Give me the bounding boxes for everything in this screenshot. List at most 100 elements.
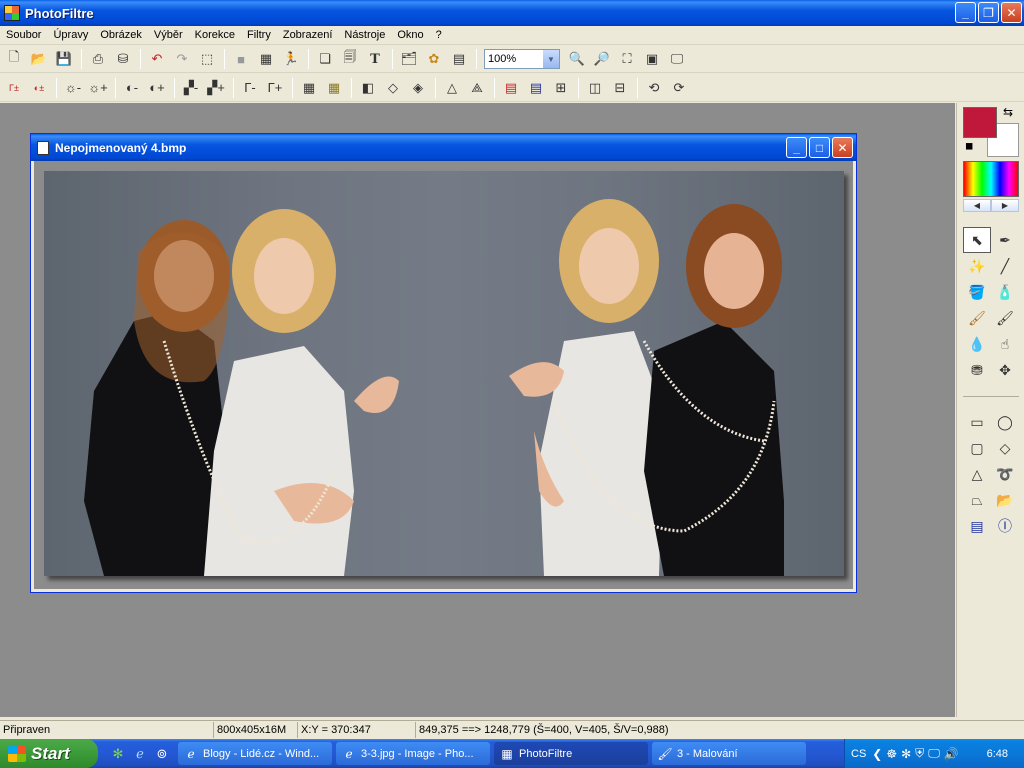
document-title-bar[interactable]: Nepojmenovaný 4.bmp _ □ ✕ — [31, 134, 856, 161]
reset-colors-icon[interactable]: ◼ — [965, 141, 973, 152]
saturation-down-icon[interactable]: ▞- — [180, 77, 202, 99]
fill-tool-icon[interactable]: 🪣 — [963, 279, 991, 305]
menu-vyber[interactable]: Výběr — [148, 29, 189, 41]
image-runner-icon[interactable]: 🗐 — [339, 48, 361, 70]
doc-minimize-button[interactable]: _ — [786, 137, 807, 158]
network-icon[interactable]: ☸ — [886, 747, 897, 761]
rotate-left-icon[interactable]: ⟲ — [643, 77, 665, 99]
color-spectrum[interactable] — [963, 161, 1019, 197]
redo-icon[interactable]: ↷ — [171, 48, 193, 70]
blur-icon[interactable]: ◇ — [382, 77, 404, 99]
options-icon[interactable]: ▤ — [963, 513, 991, 539]
contrast-up-icon[interactable]: ◐+ — [146, 77, 168, 99]
menu-nastroje[interactable]: Nástroje — [338, 29, 391, 41]
saturation-up-icon[interactable]: ▞+ — [205, 77, 227, 99]
blur-tool-icon[interactable]: 💧 — [963, 331, 991, 357]
chevron-down-icon[interactable]: ▼ — [543, 50, 559, 68]
pointer-tool-icon[interactable]: ⬉ — [963, 227, 991, 253]
menu-obrazek[interactable]: Obrázek — [94, 29, 148, 41]
run-automation-icon[interactable]: 🏃 — [280, 48, 302, 70]
gradient-icon[interactable]: ▤ — [500, 77, 522, 99]
brush-tool-icon[interactable]: 🖌 — [963, 305, 991, 331]
triangle-shape-icon[interactable]: △ — [963, 461, 991, 487]
color-grid-icon[interactable]: ▦ — [255, 48, 277, 70]
plugin-icon[interactable]: ✿ — [423, 48, 445, 70]
open-folder-icon[interactable]: 📂 — [28, 48, 50, 70]
move-tool-icon[interactable]: ✥ — [991, 357, 1019, 383]
flip-horizontal-icon[interactable]: ◫ — [584, 77, 606, 99]
grayscale-icon[interactable]: ▦ — [298, 77, 320, 99]
menu-zobrazeni[interactable]: Zobrazení — [277, 29, 339, 41]
task-photofiltre[interactable]: ▦ PhotoFiltre — [494, 742, 648, 765]
actual-size-icon[interactable]: ▣ — [641, 48, 663, 70]
zoom-out-icon[interactable]: 🔎 — [591, 48, 613, 70]
scanner-icon[interactable]: ⛁ — [112, 48, 134, 70]
advanced-brush-tool-icon[interactable]: 🖌 — [991, 305, 1019, 331]
polygon-shape-icon[interactable]: ⏢ — [963, 487, 991, 513]
menu-upravy[interactable]: Úpravy — [47, 29, 94, 41]
workspace[interactable]: Nepojmenovaný 4.bmp _ □ ✕ — [0, 103, 955, 717]
spectrum-prev-icon[interactable]: ◀ — [963, 199, 991, 212]
gamma-up-icon[interactable]: Γ+ — [264, 77, 286, 99]
texture-icon[interactable]: ⊞ — [550, 77, 572, 99]
spectrum-next-icon[interactable]: ▶ — [991, 199, 1019, 212]
restore-button[interactable]: ❐ — [978, 2, 999, 23]
menu-okno[interactable]: Okno — [391, 29, 429, 41]
blur-more-icon[interactable]: ◈ — [407, 77, 429, 99]
ie-icon[interactable]: ℯ — [132, 746, 148, 762]
diamond-shape-icon[interactable]: ◇ — [991, 435, 1019, 461]
open-shape-icon[interactable]: 📂 — [991, 487, 1019, 513]
gear-icon[interactable]: ✻ — [110, 746, 126, 762]
new-file-icon[interactable]: 🗋 — [3, 48, 25, 70]
window-icon[interactable]: ▤ — [448, 48, 470, 70]
ellipse-shape-icon[interactable]: ◯ — [991, 409, 1019, 435]
menu-korekce[interactable]: Korekce — [189, 29, 241, 41]
contrast-down-icon[interactable]: ◐- — [121, 77, 143, 99]
eyedropper-tool-icon[interactable]: ✒ — [991, 227, 1019, 253]
sharpen-icon[interactable]: △ — [441, 77, 463, 99]
document-canvas-area[interactable] — [34, 161, 853, 589]
swap-colors-icon[interactable]: ⇆ — [1003, 105, 1013, 119]
doc-maximize-button[interactable]: □ — [809, 137, 830, 158]
smudge-tool-icon[interactable]: ☝ — [991, 331, 1019, 357]
task-malovani[interactable]: 🖌 3 - Malování — [652, 742, 806, 765]
rotate-right-icon[interactable]: ⟳ — [668, 77, 690, 99]
zoom-select[interactable]: 100% ▼ — [484, 49, 560, 69]
undo-icon[interactable]: ↶ — [146, 48, 168, 70]
sharpen-more-icon[interactable]: ⟁ — [466, 77, 488, 99]
task-image[interactable]: ℯ 3-3.jpg - Image - Pho... — [336, 742, 490, 765]
volume-icon[interactable]: 🔊 — [944, 747, 959, 761]
menu-filtry[interactable]: Filtry — [241, 29, 277, 41]
auto-contrast-icon[interactable]: ◐± — [28, 77, 50, 99]
photo-canvas[interactable] — [44, 171, 844, 576]
rounded-rectangle-shape-icon[interactable]: ▢ — [963, 435, 991, 461]
brightness-up-icon[interactable]: ☼+ — [87, 77, 109, 99]
minimize-button[interactable]: _ — [955, 2, 976, 23]
print-icon[interactable]: ⎙ — [87, 48, 109, 70]
close-button[interactable]: ✕ — [1001, 2, 1022, 23]
language-indicator[interactable]: CS — [851, 748, 866, 760]
foreground-color-swatch[interactable] — [963, 107, 997, 138]
line-tool-icon[interactable]: ╱ — [991, 253, 1019, 279]
text-cursor-icon[interactable]: Ⓘ — [991, 513, 1019, 539]
save-icon[interactable]: 💾 — [53, 48, 75, 70]
brightness-down-icon[interactable]: ☼- — [62, 77, 84, 99]
start-button[interactable]: Start — [0, 739, 98, 768]
monitor-icon[interactable]: 🖵 — [928, 746, 940, 761]
explorer-icon[interactable]: 🗂 — [398, 48, 420, 70]
ie-settings-icon[interactable]: ⊚ — [154, 746, 170, 762]
app-title-bar[interactable]: PhotoFiltre _ ❐ ✕ — [0, 0, 1024, 26]
menu-soubor[interactable]: Soubor — [0, 29, 47, 41]
lasso-shape-icon[interactable]: ➰ — [991, 461, 1019, 487]
auto-levels-icon[interactable]: Γ± — [3, 77, 25, 99]
show-hidden-icon[interactable]: ❮ — [872, 747, 882, 761]
rectangle-shape-icon[interactable]: ▭ — [963, 409, 991, 435]
clone-stamp-tool-icon[interactable]: ⛃ — [963, 357, 991, 383]
zoom-in-icon[interactable]: 🔍 — [566, 48, 588, 70]
flip-vertical-icon[interactable]: ⊟ — [609, 77, 631, 99]
dust-filter-icon[interactable]: ◧ — [357, 77, 379, 99]
fit-window-icon[interactable]: ⛶ — [616, 48, 638, 70]
antivirus-icon[interactable]: ✻ — [901, 747, 911, 761]
selection-icon[interactable]: ⬚ — [196, 48, 218, 70]
sepia-icon[interactable]: ▦ — [323, 77, 345, 99]
